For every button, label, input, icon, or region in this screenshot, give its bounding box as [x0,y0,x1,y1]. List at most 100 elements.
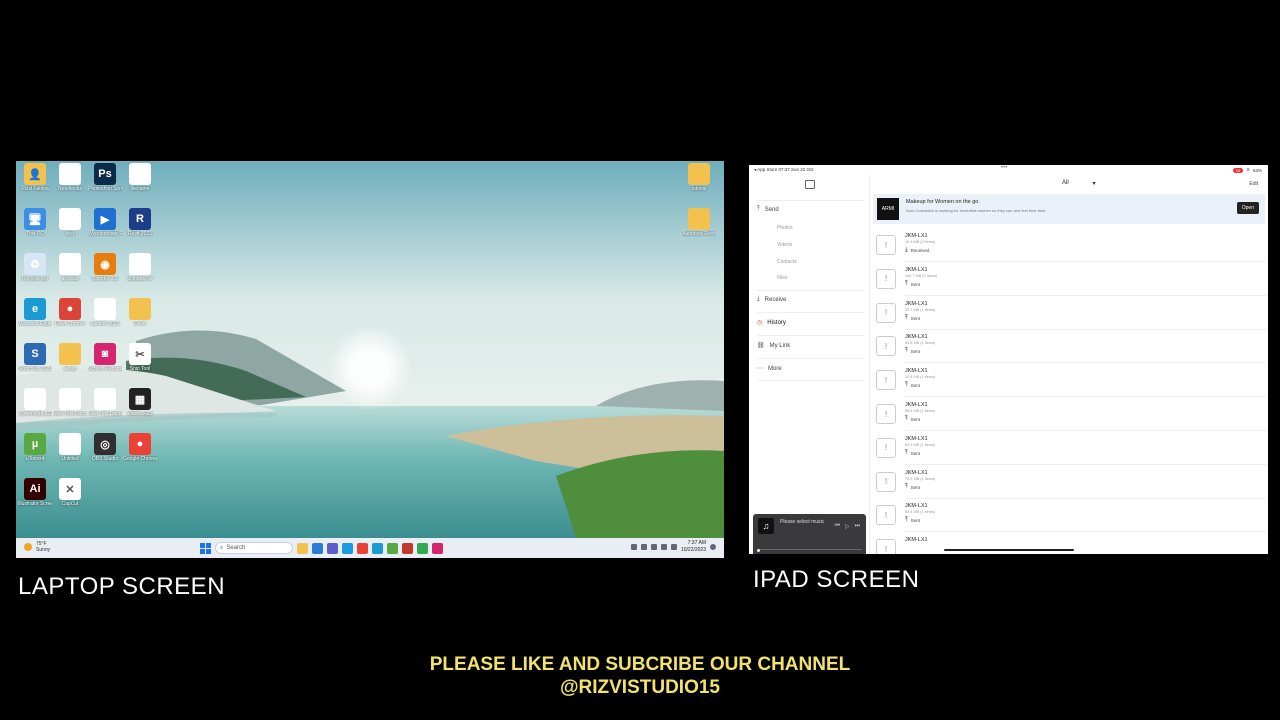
home-indicator[interactable] [944,549,1074,551]
sidebar-item-send[interactable]: ⤒ Send [757,206,779,213]
store-icon[interactable] [312,542,323,554]
app-icon: ▶ [94,208,116,230]
desktop-icon[interactable]: Notebooks [53,163,87,192]
desktop-icon[interactable]: 🖥 This PC [18,208,52,237]
play-icon[interactable]: ▷ [845,523,850,530]
desktop-icon[interactable]: setup [53,343,87,372]
desktop-icon[interactable]: Screenshot 2023 [18,388,52,417]
previous-icon[interactable]: ⏮ [835,523,840,530]
list-item[interactable]: ! JKM-LX1 15.3 MB (3 Items) ⤓ Received [876,229,1268,262]
desktop-icon[interactable]: Drive [123,298,157,327]
chrome-2-icon[interactable] [417,542,428,554]
desktop-icon[interactable]: Lumion 2023 [88,298,122,327]
status-label: Sent [910,315,920,321]
sidebar-item-receive[interactable]: ⤓ Receive [757,296,786,303]
list-item[interactable]: ! JKM-LX1 76.9 MB (1 Items) ⤒ Sent [876,466,1268,499]
app-icon [59,253,81,275]
desktop-icon[interactable]: S SketchUp 2023 [18,343,52,372]
sidebar-sub-files[interactable]: Files [777,275,788,281]
desktop-icon[interactable]: e Microsoft Edge [18,298,52,327]
desktop-icon[interactable]: New Text Document [53,388,87,417]
ad-open-button[interactable]: Open [1236,202,1259,214]
desktop-icon[interactable]: ● Rizvi Chrome [53,298,87,327]
search-icon: ⌕ [220,544,224,551]
link-icon: ⛓ [757,343,765,349]
wifi-icon[interactable] [650,544,657,550]
list-item[interactable]: ! JKM-LX1 140.7 MB (2 Items) ⤒ Sent [876,263,1268,296]
desktop-icon[interactable]: PsPhotoshop Screen [88,163,122,192]
app-icon [59,343,81,365]
next-icon[interactable]: ⏭ [855,523,860,530]
sidebar-sub-contacts[interactable]: Contacts [777,259,797,265]
desktop-icon[interactable]: ◎ OBS Studio [88,433,122,462]
status-label: Sent [910,518,920,524]
desktop-icon[interactable]: 👤 Rizvi Fatima [18,163,52,192]
list-item[interactable]: ! JKM-LX1 32.8 MB (1 Items) ⤒ Sent [876,364,1268,398]
app-icon [129,253,151,275]
list-item[interactable]: ! JKM-LX1 86.8 MB (1 Items) ⤒ Sent [876,398,1268,431]
ad-banner[interactable]: ARMI Makeup for Women on the go. Armi Co… [873,194,1265,224]
desktop-icon[interactable]: R Revit 2023 [123,208,157,237]
music-progress-handle[interactable] [757,549,760,552]
app-icon [59,388,81,410]
edge-icon[interactable] [372,542,383,554]
taskbar-search[interactable]: ⌕ Search [215,542,293,554]
windows-start-icon[interactable] [200,542,211,554]
edit-button[interactable]: Edit [1249,181,1258,187]
sidebar-sub-videos[interactable]: Videos [777,242,792,248]
list-item[interactable]: ! JKM-LX1 55.4 MB (1 Items) ⤒ Sent [876,499,1268,533]
desktop-icon[interactable]: Untitled [53,433,87,462]
desktop-icon[interactable]: Autodesk Revit [682,208,716,237]
device-name: JKM-LX1 [905,233,928,239]
desktop-icon[interactable]: New Text Document (2) [88,388,122,417]
chevron-up-icon[interactable] [630,544,637,550]
sidebar-sub-photos[interactable]: Photos [777,225,793,231]
battery-icon[interactable] [670,544,677,550]
filter-dropdown[interactable]: All ▾ [1062,180,1096,187]
transfer-arrow-icon: ⤒ [905,483,908,490]
transfer-status: ⤒ Sent [905,450,920,457]
list-item[interactable]: ! JKM-LX1 84.8 MB (1 Items) ⤒ Sent [876,330,1268,364]
desktop-icon[interactable]: µ uTorrent [18,433,52,462]
desktop-icon[interactable]: test [53,208,87,237]
recorder-icon[interactable] [402,542,413,554]
transfer-size: 84.8 MB (1 Items) [905,341,936,346]
desktop-icon[interactable]: tutorial [682,163,716,192]
desktop-icon[interactable]: ✕ CapCut [53,478,87,507]
sidebar-item-history[interactable]: ◷ History [757,319,786,327]
sidebar-item-my-link[interactable]: ⛓ My Link [757,342,790,350]
desktop-icon[interactable]: AiIllustrator Screen [18,478,52,507]
desktop-icon[interactable]: ◉ Blender 3.6 [88,253,122,282]
desktop-icon-label: uTorrent [25,456,45,462]
desktop-icon-label: Recycle Bin [21,276,49,282]
cloud-icon[interactable] [640,544,647,550]
desktop-icon[interactable]: uploads file [123,253,157,282]
volume-icon[interactable] [660,544,667,550]
music-progress-bar[interactable] [757,549,862,550]
file-icon: ! [876,437,896,458]
sidebar-item-more[interactable]: ⋯ More [757,365,782,373]
file-explorer-icon[interactable] [297,542,308,554]
desktop-icon[interactable]: ♻ Recycle Bin [18,253,52,282]
teams-icon[interactable] [327,542,338,554]
chrome-icon[interactable] [357,542,368,554]
desktop-icon[interactable]: acrobat [53,253,87,282]
multitask-dots[interactable]: ••• [1001,165,1007,171]
taskbar-clock[interactable]: 7:37 AM 10/22/2023 [681,540,706,554]
app-icon: µ [24,433,46,455]
desktop-icon[interactable]: ▦ Video 2023 [123,388,157,417]
sidebar-toggle-icon[interactable] [805,180,815,189]
desktop-icon[interactable]: ✂ Snip Tool [123,343,157,372]
desktop-icon[interactable]: ● Google Chrome [123,433,157,462]
list-item[interactable]: ! JKM-LX1 29.7 MB (1 Items) ⤒ Sent [876,297,1268,330]
lumion-icon[interactable] [342,542,353,554]
desktop-icon[interactable]: filename [123,163,157,192]
desktop-icon[interactable]: ▶Wondershare Filmora [88,208,122,237]
search-placeholder: Search [226,545,246,551]
screen-app-icon[interactable] [432,542,443,554]
utorrent-icon[interactable] [387,542,398,554]
notification-icon[interactable] [710,544,716,550]
weather-widget[interactable]: 75°F Sunny [24,541,50,553]
desktop-icon[interactable]: ◙Screen Recorder [88,343,122,372]
list-item[interactable]: ! JKM-LX1 63.3 MB (1 Items) ⤒ Sent [876,432,1268,465]
